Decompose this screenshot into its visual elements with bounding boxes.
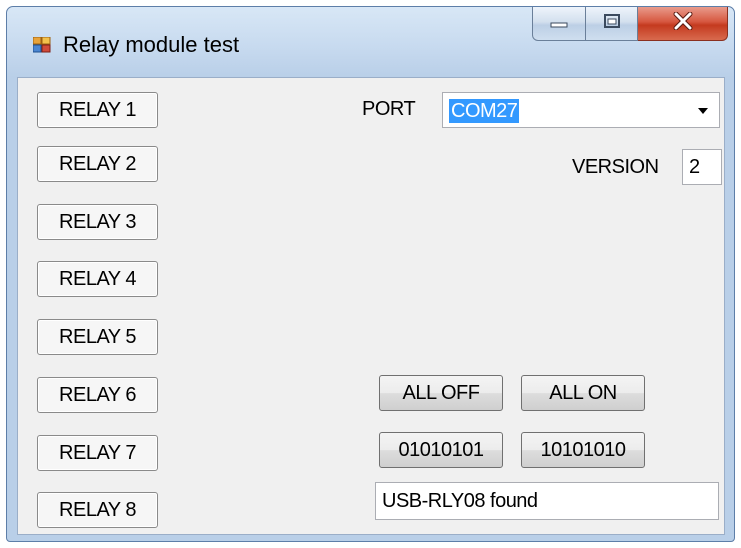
port-select[interactable]: COM27 [442,92,720,128]
pattern-01010101-button[interactable]: 01010101 [379,432,503,468]
title-bar[interactable]: Relay module test [7,7,734,75]
close-icon [673,11,693,35]
pattern-10101010-button[interactable]: 10101010 [521,432,645,468]
caption-buttons [532,7,728,43]
client-area: RELAY 1 RELAY 2 RELAY 3 RELAY 4 RELAY 5 … [17,77,725,535]
version-field[interactable]: 2 [682,149,722,185]
relay-6-button[interactable]: RELAY 6 [37,377,158,413]
relay-8-button[interactable]: RELAY 8 [37,492,158,528]
relay-3-button[interactable]: RELAY 3 [37,204,158,240]
app-icon [32,36,51,53]
port-selected-value: COM27 [449,99,520,123]
minimize-icon [549,15,569,33]
all-on-button[interactable]: ALL ON [521,375,645,411]
port-label: PORT [362,98,416,120]
relay-1-button[interactable]: RELAY 1 [37,92,158,128]
status-text: USB-RLY08 found [382,489,538,512]
window-title: Relay module test [63,32,240,57]
status-field: USB-RLY08 found [375,482,719,520]
version-label: VERSION [572,156,659,178]
chevron-down-icon[interactable] [693,101,713,121]
relay-7-button[interactable]: RELAY 7 [37,435,158,471]
maximize-button[interactable] [586,7,638,41]
version-value: 2 [689,155,700,178]
maximize-icon [603,13,621,34]
relay-5-button[interactable]: RELAY 5 [37,319,158,355]
relay-4-button[interactable]: RELAY 4 [37,261,158,297]
relay-2-button[interactable]: RELAY 2 [37,146,158,182]
app-window: Relay module test RELAY 1 RELAY 2 RELAY … [6,6,735,542]
minimize-button[interactable] [532,7,586,41]
close-button[interactable] [638,7,728,41]
all-off-button[interactable]: ALL OFF [379,375,503,411]
